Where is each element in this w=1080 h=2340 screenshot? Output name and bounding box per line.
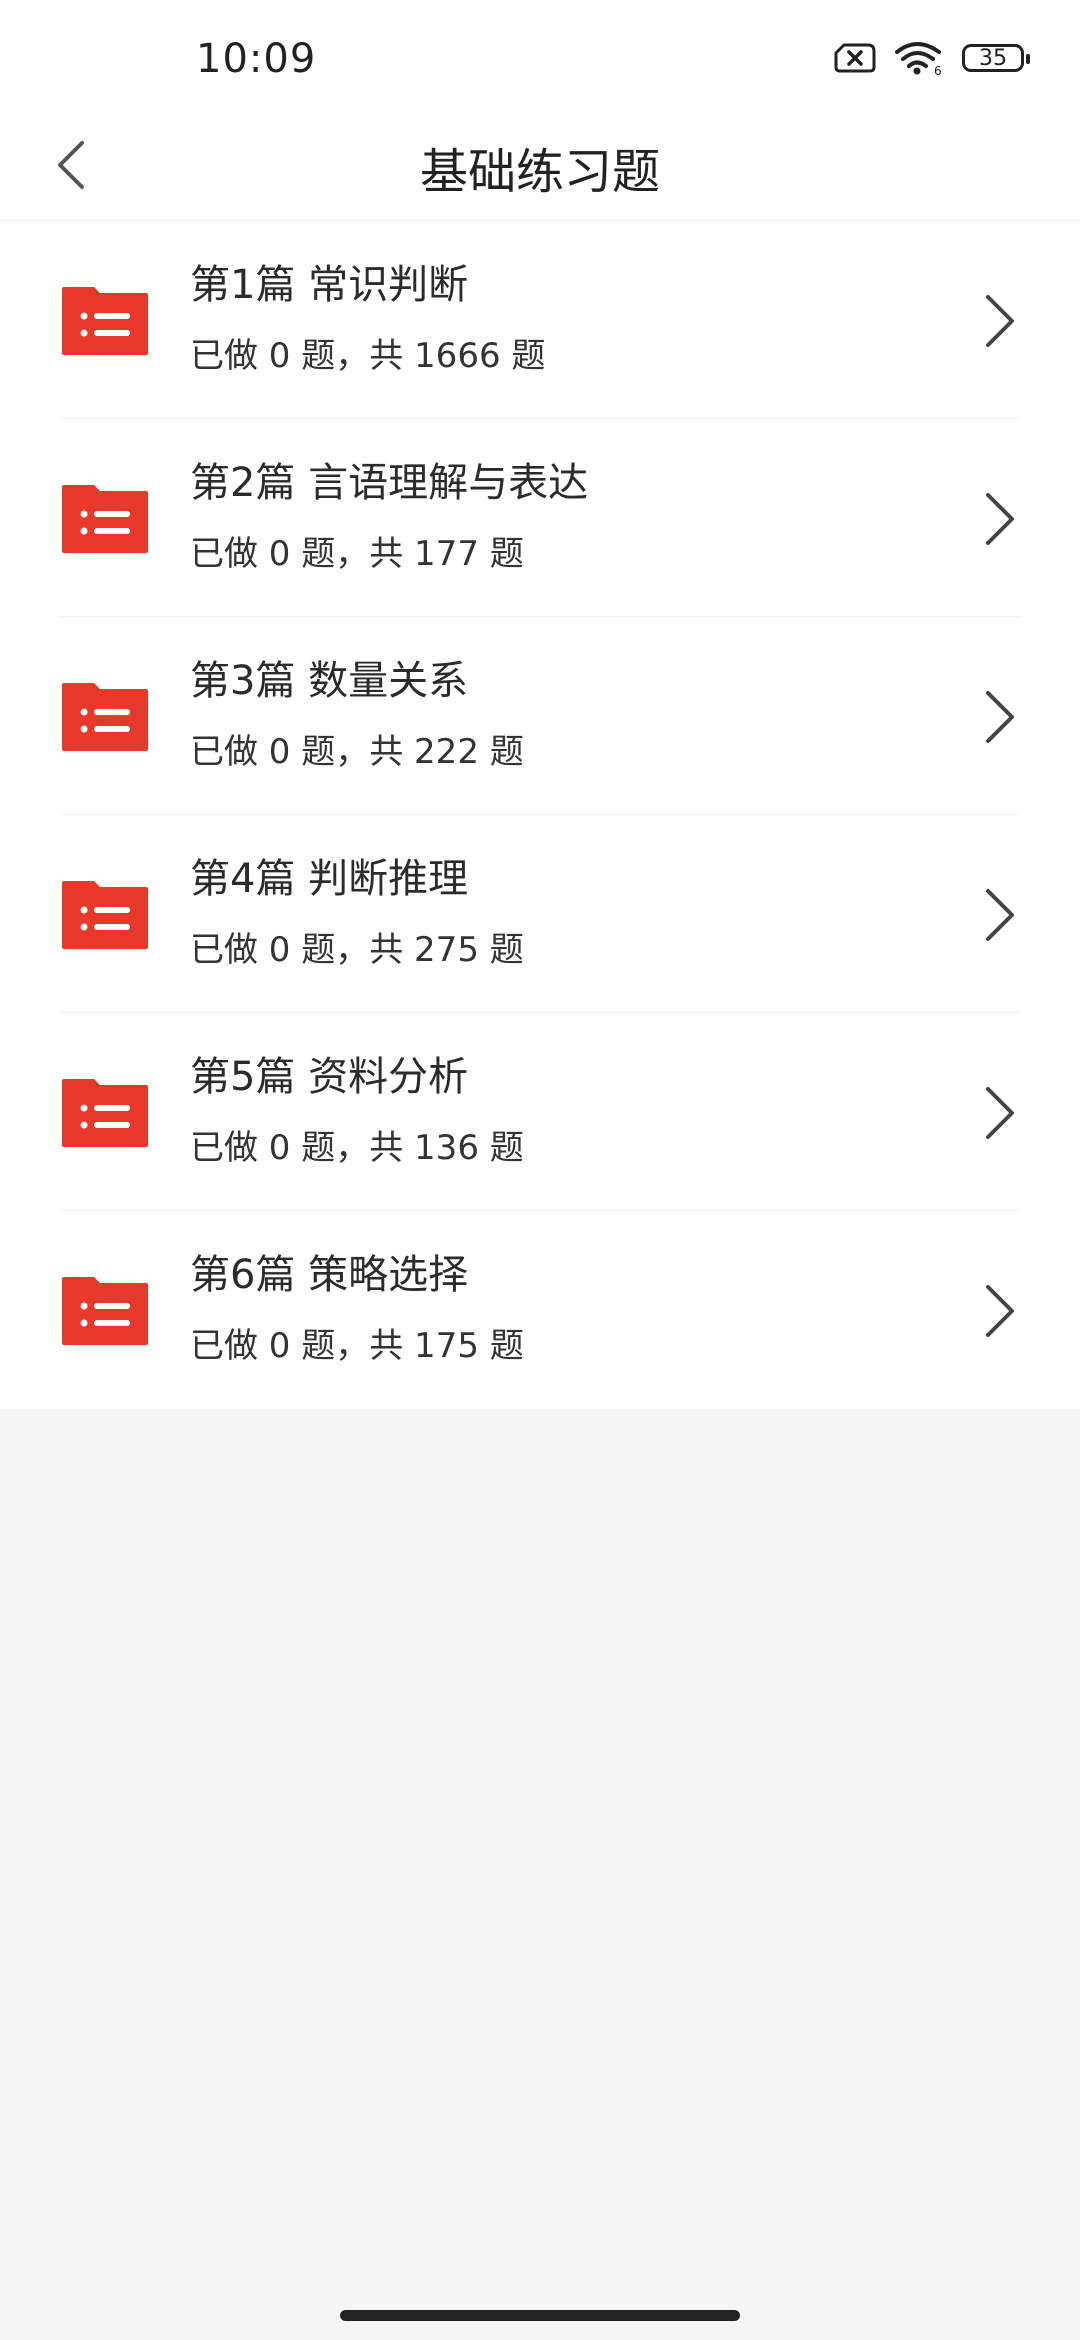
folder-list-icon [62, 287, 148, 355]
header-area: 10:09 6 35 基础练习题 [0, 0, 1080, 221]
item-title: 第3篇 数量关系 [190, 658, 469, 704]
list-item[interactable]: 第5篇 资料分析 已做 0 题，共 136 题 [0, 1013, 1080, 1211]
item-title: 第2篇 言语理解与表达 [190, 460, 589, 506]
item-text: 第5篇 资料分析 已做 0 题，共 136 题 [190, 1049, 524, 1171]
list-item[interactable]: 第6篇 策略选择 已做 0 题，共 175 题 [0, 1211, 1080, 1409]
item-progress: 已做 0 题，共 275 题 [190, 930, 524, 970]
item-progress: 已做 0 题，共 222 题 [190, 732, 524, 772]
chevron-right-icon [986, 295, 1014, 347]
status-time: 10:09 [196, 36, 317, 82]
item-text: 第4篇 判断推理 已做 0 题，共 275 题 [190, 851, 524, 973]
svg-text:6: 6 [934, 64, 942, 76]
item-progress: 已做 0 题，共 177 题 [190, 534, 524, 574]
chevron-right-icon [986, 1087, 1014, 1139]
item-title: 第1篇 常识判断 [190, 262, 469, 308]
item-text: 第3篇 数量关系 已做 0 题，共 222 题 [190, 653, 524, 775]
item-text: 第6篇 策略选择 已做 0 题，共 175 题 [190, 1247, 524, 1369]
item-title: 第4篇 判断推理 [190, 856, 469, 902]
status-bar: 10:09 6 35 [0, 0, 1080, 110]
list-item[interactable]: 第4篇 判断推理 已做 0 题，共 275 题 [0, 815, 1080, 1013]
item-text: 第2篇 言语理解与表达 已做 0 题，共 177 题 [190, 455, 588, 577]
page-title: 基础练习题 [419, 144, 660, 200]
list-item[interactable]: 第2篇 言语理解与表达 已做 0 题，共 177 题 [0, 419, 1080, 617]
folder-list-icon [62, 1277, 148, 1345]
chevron-right-icon [986, 493, 1014, 545]
folder-list-icon [62, 881, 148, 949]
chevron-right-icon [986, 889, 1014, 941]
battery-icon: 35 [962, 44, 1030, 72]
item-title: 第6篇 策略选择 [190, 1252, 469, 1298]
battery-level: 35 [979, 45, 1007, 71]
list-item[interactable]: 第1篇 常识判断 已做 0 题，共 1666 题 [0, 221, 1080, 419]
sim-off-icon [834, 43, 876, 73]
item-progress: 已做 0 题，共 136 题 [190, 1128, 524, 1168]
nav-bar: 基础练习题 [0, 110, 1080, 221]
wifi-icon: 6 [895, 42, 942, 76]
item-progress: 已做 0 题，共 1666 题 [190, 336, 546, 376]
item-progress: 已做 0 题，共 175 题 [190, 1326, 524, 1366]
chapter-list: 第1篇 常识判断 已做 0 题，共 1666 题 第2篇 言语理解与表达 已做 … [0, 221, 1080, 1409]
folder-list-icon [62, 1079, 148, 1147]
chevron-right-icon [986, 691, 1014, 743]
chevron-right-icon [986, 1285, 1014, 1337]
list-item[interactable]: 第3篇 数量关系 已做 0 题，共 222 题 [0, 617, 1080, 815]
home-indicator[interactable] [340, 2310, 740, 2321]
folder-list-icon [62, 683, 148, 751]
item-title: 第5篇 资料分析 [190, 1054, 469, 1100]
folder-list-icon [62, 485, 148, 553]
status-icons: 6 35 [834, 40, 1030, 76]
item-text: 第1篇 常识判断 已做 0 题，共 1666 题 [190, 257, 545, 379]
